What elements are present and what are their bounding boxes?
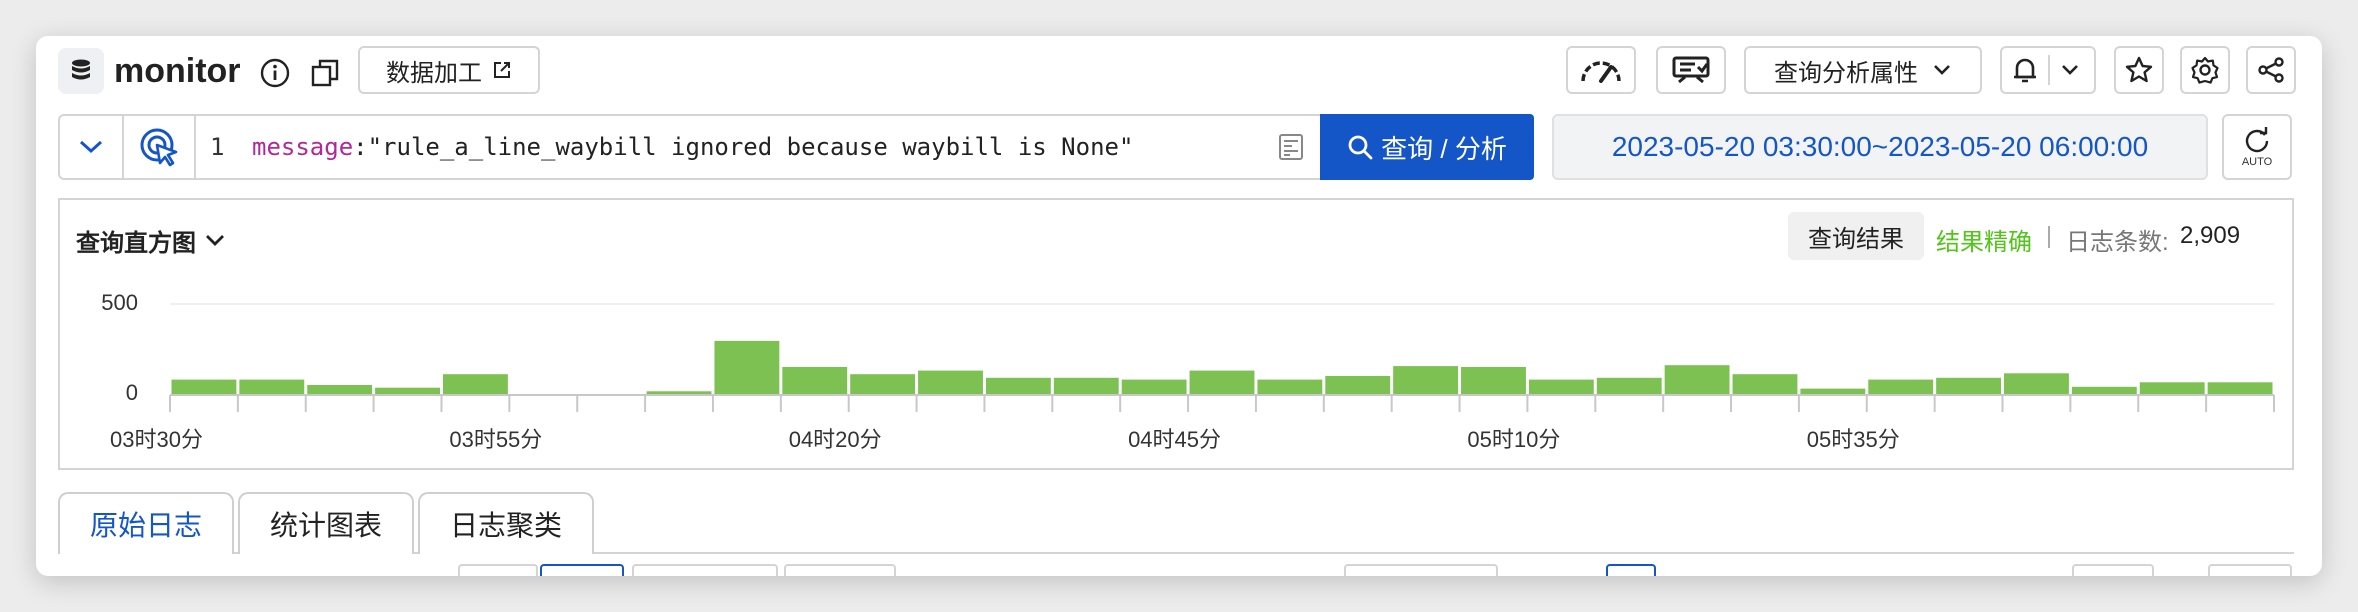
histogram-bar[interactable] [2071, 386, 2137, 394]
histogram-bar[interactable] [307, 385, 373, 394]
logstore-panel: monitor 数据加工 查询分析属性 1 message:"rule_a_li… [36, 36, 2322, 576]
tab-label: 原始日志 [89, 510, 202, 541]
histogram-bar[interactable] [1121, 379, 1187, 394]
tab-statistics-chart[interactable]: 统计图表 [238, 492, 414, 554]
histogram-bar[interactable] [850, 374, 916, 394]
histogram-bar[interactable] [985, 377, 1051, 394]
histogram-bar[interactable] [1053, 377, 1119, 394]
histogram-bar[interactable] [1732, 374, 1798, 394]
histogram-bar[interactable] [1800, 388, 1866, 394]
histogram-bar[interactable] [782, 367, 848, 394]
tab-label: 日志聚类 [449, 510, 562, 541]
x-tick-label: 05时35分 [1806, 427, 1900, 452]
histogram-bar[interactable] [1189, 370, 1255, 394]
histogram-bar[interactable] [1325, 376, 1391, 394]
x-tick-label: 03时55分 [449, 427, 543, 452]
histogram-bar[interactable] [375, 387, 440, 394]
toolbar-button-partial[interactable] [1606, 564, 1656, 576]
histogram-bar[interactable] [1868, 379, 1934, 394]
toolbar-button-partial[interactable] [632, 564, 778, 576]
x-tick-label: 04时20分 [788, 427, 882, 452]
histogram-bar[interactable] [1257, 379, 1323, 394]
histogram-bar[interactable] [1393, 366, 1459, 394]
histogram-bar[interactable] [171, 379, 237, 394]
toolbar-button-partial[interactable] [2072, 564, 2154, 576]
toolbar-button-partial[interactable] [458, 564, 538, 576]
histogram-bar[interactable] [1596, 377, 1662, 394]
histogram-bar[interactable] [2004, 373, 2069, 394]
tab-raw-logs[interactable]: 原始日志 [58, 492, 234, 554]
toolbar-button-partial[interactable] [2208, 564, 2292, 576]
toolbar-button-partial[interactable] [784, 564, 896, 576]
x-tick-label: 05时10分 [1467, 427, 1561, 452]
x-tick-label: 04时45分 [1128, 427, 1222, 452]
histogram-bar[interactable] [714, 340, 780, 394]
histogram-bar[interactable] [239, 379, 305, 394]
histogram-chart[interactable] [36, 36, 2322, 476]
histogram-bar[interactable] [1664, 365, 1730, 394]
histogram-bar[interactable] [918, 370, 983, 394]
tab-log-clustering[interactable]: 日志聚类 [418, 492, 594, 554]
tab-label: 统计图表 [269, 510, 382, 541]
histogram-bar[interactable] [1461, 367, 1526, 394]
toolbar-button-partial[interactable] [1344, 564, 1498, 576]
histogram-bar[interactable] [1528, 379, 1594, 394]
toolbar-button-partial[interactable] [540, 564, 624, 576]
histogram-bar[interactable] [442, 374, 508, 394]
histogram-bar[interactable] [646, 391, 712, 394]
histogram-bar[interactable] [2139, 382, 2205, 394]
x-tick-label: 03时30分 [110, 427, 203, 452]
histogram-bar[interactable] [2207, 382, 2273, 394]
histogram-bar[interactable] [1936, 377, 2002, 394]
